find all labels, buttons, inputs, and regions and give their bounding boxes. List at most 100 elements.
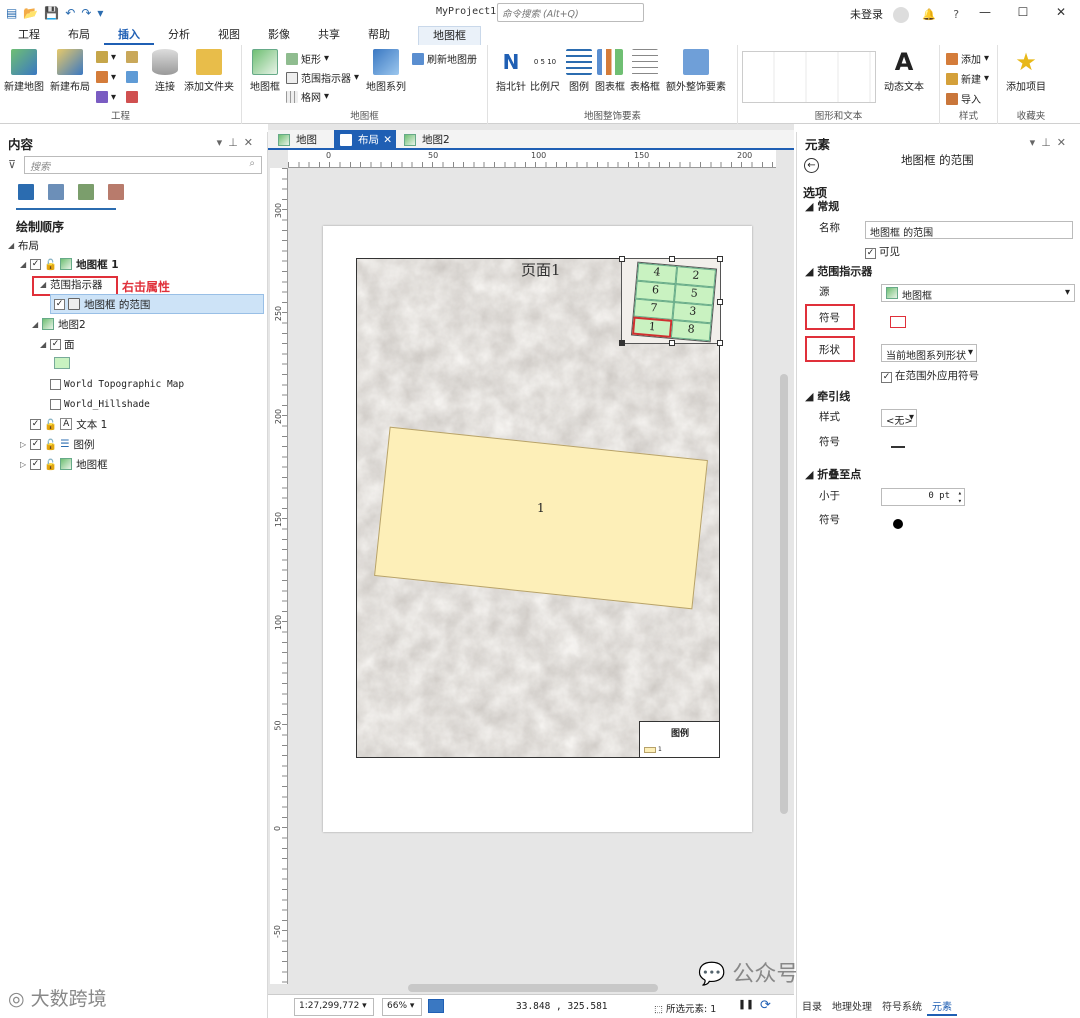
new-project-icon[interactable]: ▤ <box>6 6 17 20</box>
ribbon-tab[interactable]: 视图 <box>204 26 254 45</box>
north-arrow-button[interactable]: N 指北针 <box>496 49 526 93</box>
style-new-button[interactable]: 新建 ▾ <box>946 71 989 86</box>
grid-button[interactable]: 格网 ▾ <box>286 89 329 104</box>
visible-checkbox[interactable]: ✓ 可见 <box>865 244 900 259</box>
leader-section[interactable]: ◢ 牵引线 <box>805 388 850 404</box>
ribbon-tab[interactable]: 插入 <box>104 26 154 45</box>
ribbon-tab[interactable]: 分析 <box>154 26 204 45</box>
map-frame-button[interactable]: 地图框 <box>250 49 280 93</box>
notebook-button[interactable] <box>126 71 138 83</box>
checkbox-icon[interactable]: ✓ <box>30 418 41 430</box>
zoom-select[interactable]: 66% ▾ <box>382 998 422 1016</box>
rectangle-button[interactable]: 矩形 ▾ <box>286 51 329 66</box>
tree-item-extent-item[interactable]: ✓ 地图框 的范围 <box>54 295 150 313</box>
command-search-input[interactable]: 命令搜索 (Alt+Q) <box>497 3 644 22</box>
redo-icon[interactable]: ↷ <box>81 6 91 20</box>
minimize-button[interactable]: — <box>966 0 1004 24</box>
style-select[interactable]: <无> ▾ <box>881 409 917 427</box>
pane-bottom-tab[interactable]: 元素 <box>927 1000 957 1016</box>
toolbox-button[interactable]: ▾ <box>96 71 116 83</box>
pane-controls[interactable]: ▾⊥✕ <box>1030 136 1072 149</box>
selection-handle[interactable] <box>717 299 723 305</box>
inset-map-frame[interactable]: 4 2 6 5 7 3 1 8 <box>619 256 723 346</box>
chart-frame-button[interactable]: 图表框 <box>595 49 625 93</box>
tree-item-topo[interactable]: World Topographic Map <box>50 375 184 393</box>
ribbon-tab[interactable]: 布局 <box>54 26 104 45</box>
selection-handle[interactable] <box>619 340 625 346</box>
add-item-button[interactable]: ★ 添加项目 <box>1006 49 1046 93</box>
undo-icon[interactable]: ↶ <box>65 6 75 20</box>
graphics-gallery[interactable] <box>742 51 876 103</box>
tree-item-mapframe[interactable]: ▷ ✓ 🔓 地图框 <box>20 455 108 473</box>
contents-search-input[interactable]: 搜索 ⌕ <box>24 156 262 174</box>
selection-handle[interactable] <box>669 256 675 262</box>
add-folder-button[interactable]: 添加文件夹 <box>184 49 234 93</box>
dynamic-text-button[interactable]: A 动态文本 <box>884 49 924 93</box>
style-add-button[interactable]: 添加 ▾ <box>946 51 989 66</box>
tab-map2[interactable]: 地图2 <box>398 130 456 150</box>
pane-bottom-tab[interactable]: 目录 <box>797 1000 827 1016</box>
shape-select[interactable]: 当前地图系列形状 ▾ <box>881 344 977 362</box>
checkbox-icon[interactable]: ✓ <box>50 338 61 350</box>
back-icon[interactable]: ← <box>804 158 819 173</box>
checkbox-icon[interactable]: ✓ <box>881 372 892 383</box>
tab-layout[interactable]: 布局 ✕ <box>334 130 396 150</box>
close-icon[interactable]: ✕ <box>383 130 392 150</box>
notification-icon[interactable]: 🔔 <box>922 8 936 21</box>
tree-item-mapframe1[interactable]: ◢ ✓ 🔓 地图框 1 <box>20 255 119 273</box>
editing-icon[interactable] <box>78 184 94 200</box>
ribbon-tab-context[interactable]: 地图框 <box>418 26 481 45</box>
tree-item-map2[interactable]: ◢ 地图2 <box>32 315 86 333</box>
pane-controls[interactable]: ▾⊥✕ <box>217 136 259 149</box>
selection-handle[interactable] <box>717 256 723 262</box>
pane-bottom-tab[interactable]: 地理处理 <box>827 1000 877 1016</box>
new-map-button[interactable]: 新建地图 <box>4 49 44 93</box>
tree-item-face[interactable]: ◢ ✓ 面 <box>40 335 75 353</box>
checkbox-icon[interactable] <box>50 378 61 390</box>
scale-bar-button[interactable]: 0 5 10 比例尺 <box>530 49 560 93</box>
map-series-button[interactable]: 地图系列 <box>366 49 406 93</box>
page-title[interactable]: 页面1 <box>521 259 561 280</box>
leader-symbol-swatch[interactable] <box>891 446 905 448</box>
ribbon-tab[interactable]: 共享 <box>304 26 354 45</box>
general-section[interactable]: ◢ 常规 <box>805 198 839 214</box>
style-import-button[interactable]: 导入 <box>946 91 981 106</box>
checkbox-icon[interactable]: ✓ <box>30 438 41 450</box>
help-button[interactable]: ? <box>953 8 959 21</box>
new-layout-button[interactable]: 新建布局 <box>50 49 90 93</box>
tab-map[interactable]: 地图 <box>272 130 323 150</box>
checkbox-icon[interactable]: ✓ <box>865 248 876 259</box>
ribbon-tab[interactable]: 工程 <box>4 26 54 45</box>
spinner-icon[interactable]: ▴ ▾ <box>958 489 962 505</box>
open-icon[interactable]: 📂 <box>23 6 38 20</box>
collapse-section[interactable]: ◢ 折叠至点 <box>805 466 861 482</box>
login-status[interactable]: 未登录 🔔 ? <box>850 6 959 23</box>
apply-outside-checkbox[interactable]: ✓ 在范围外应用符号 <box>881 368 979 383</box>
legend-button[interactable]: 图例 <box>566 49 592 93</box>
scale-select[interactable]: 1:27,299,772 ▾ <box>294 998 374 1016</box>
selection-handle[interactable] <box>669 340 675 346</box>
connect-button[interactable]: 连接 <box>152 49 178 93</box>
vertical-scrollbar[interactable] <box>780 374 788 814</box>
bookmark-button[interactable] <box>126 91 138 103</box>
checkbox-icon[interactable]: ✓ <box>54 298 65 310</box>
page-view-icon[interactable] <box>428 999 444 1013</box>
checkbox-icon[interactable] <box>50 398 61 410</box>
selection-handle[interactable] <box>717 340 723 346</box>
selection-icon[interactable] <box>48 184 64 200</box>
checkbox-icon[interactable]: ✓ <box>30 458 41 470</box>
pause-button[interactable]: ❚❚ <box>738 999 754 1010</box>
snapping-icon[interactable] <box>108 184 124 200</box>
less-than-input[interactable]: 0 pt ▴ ▾ <box>881 488 965 506</box>
point-symbol-swatch[interactable] <box>893 519 903 529</box>
face-symbol-swatch[interactable] <box>54 357 70 369</box>
report-button[interactable] <box>126 51 138 63</box>
avatar[interactable] <box>892 7 909 23</box>
pane-bottom-tab[interactable]: 符号系统 <box>877 1000 927 1016</box>
maximize-button[interactable]: ☐ <box>1004 0 1042 24</box>
refresh-atlas-button[interactable]: 刷新地图册 <box>412 51 477 66</box>
save-icon[interactable]: 💾 <box>44 6 59 20</box>
source-select[interactable]: 地图框 ▾ <box>881 284 1075 302</box>
horizontal-scrollbar[interactable] <box>408 984 658 992</box>
extra-elements-button[interactable]: 额外整饰要素 <box>666 49 726 93</box>
